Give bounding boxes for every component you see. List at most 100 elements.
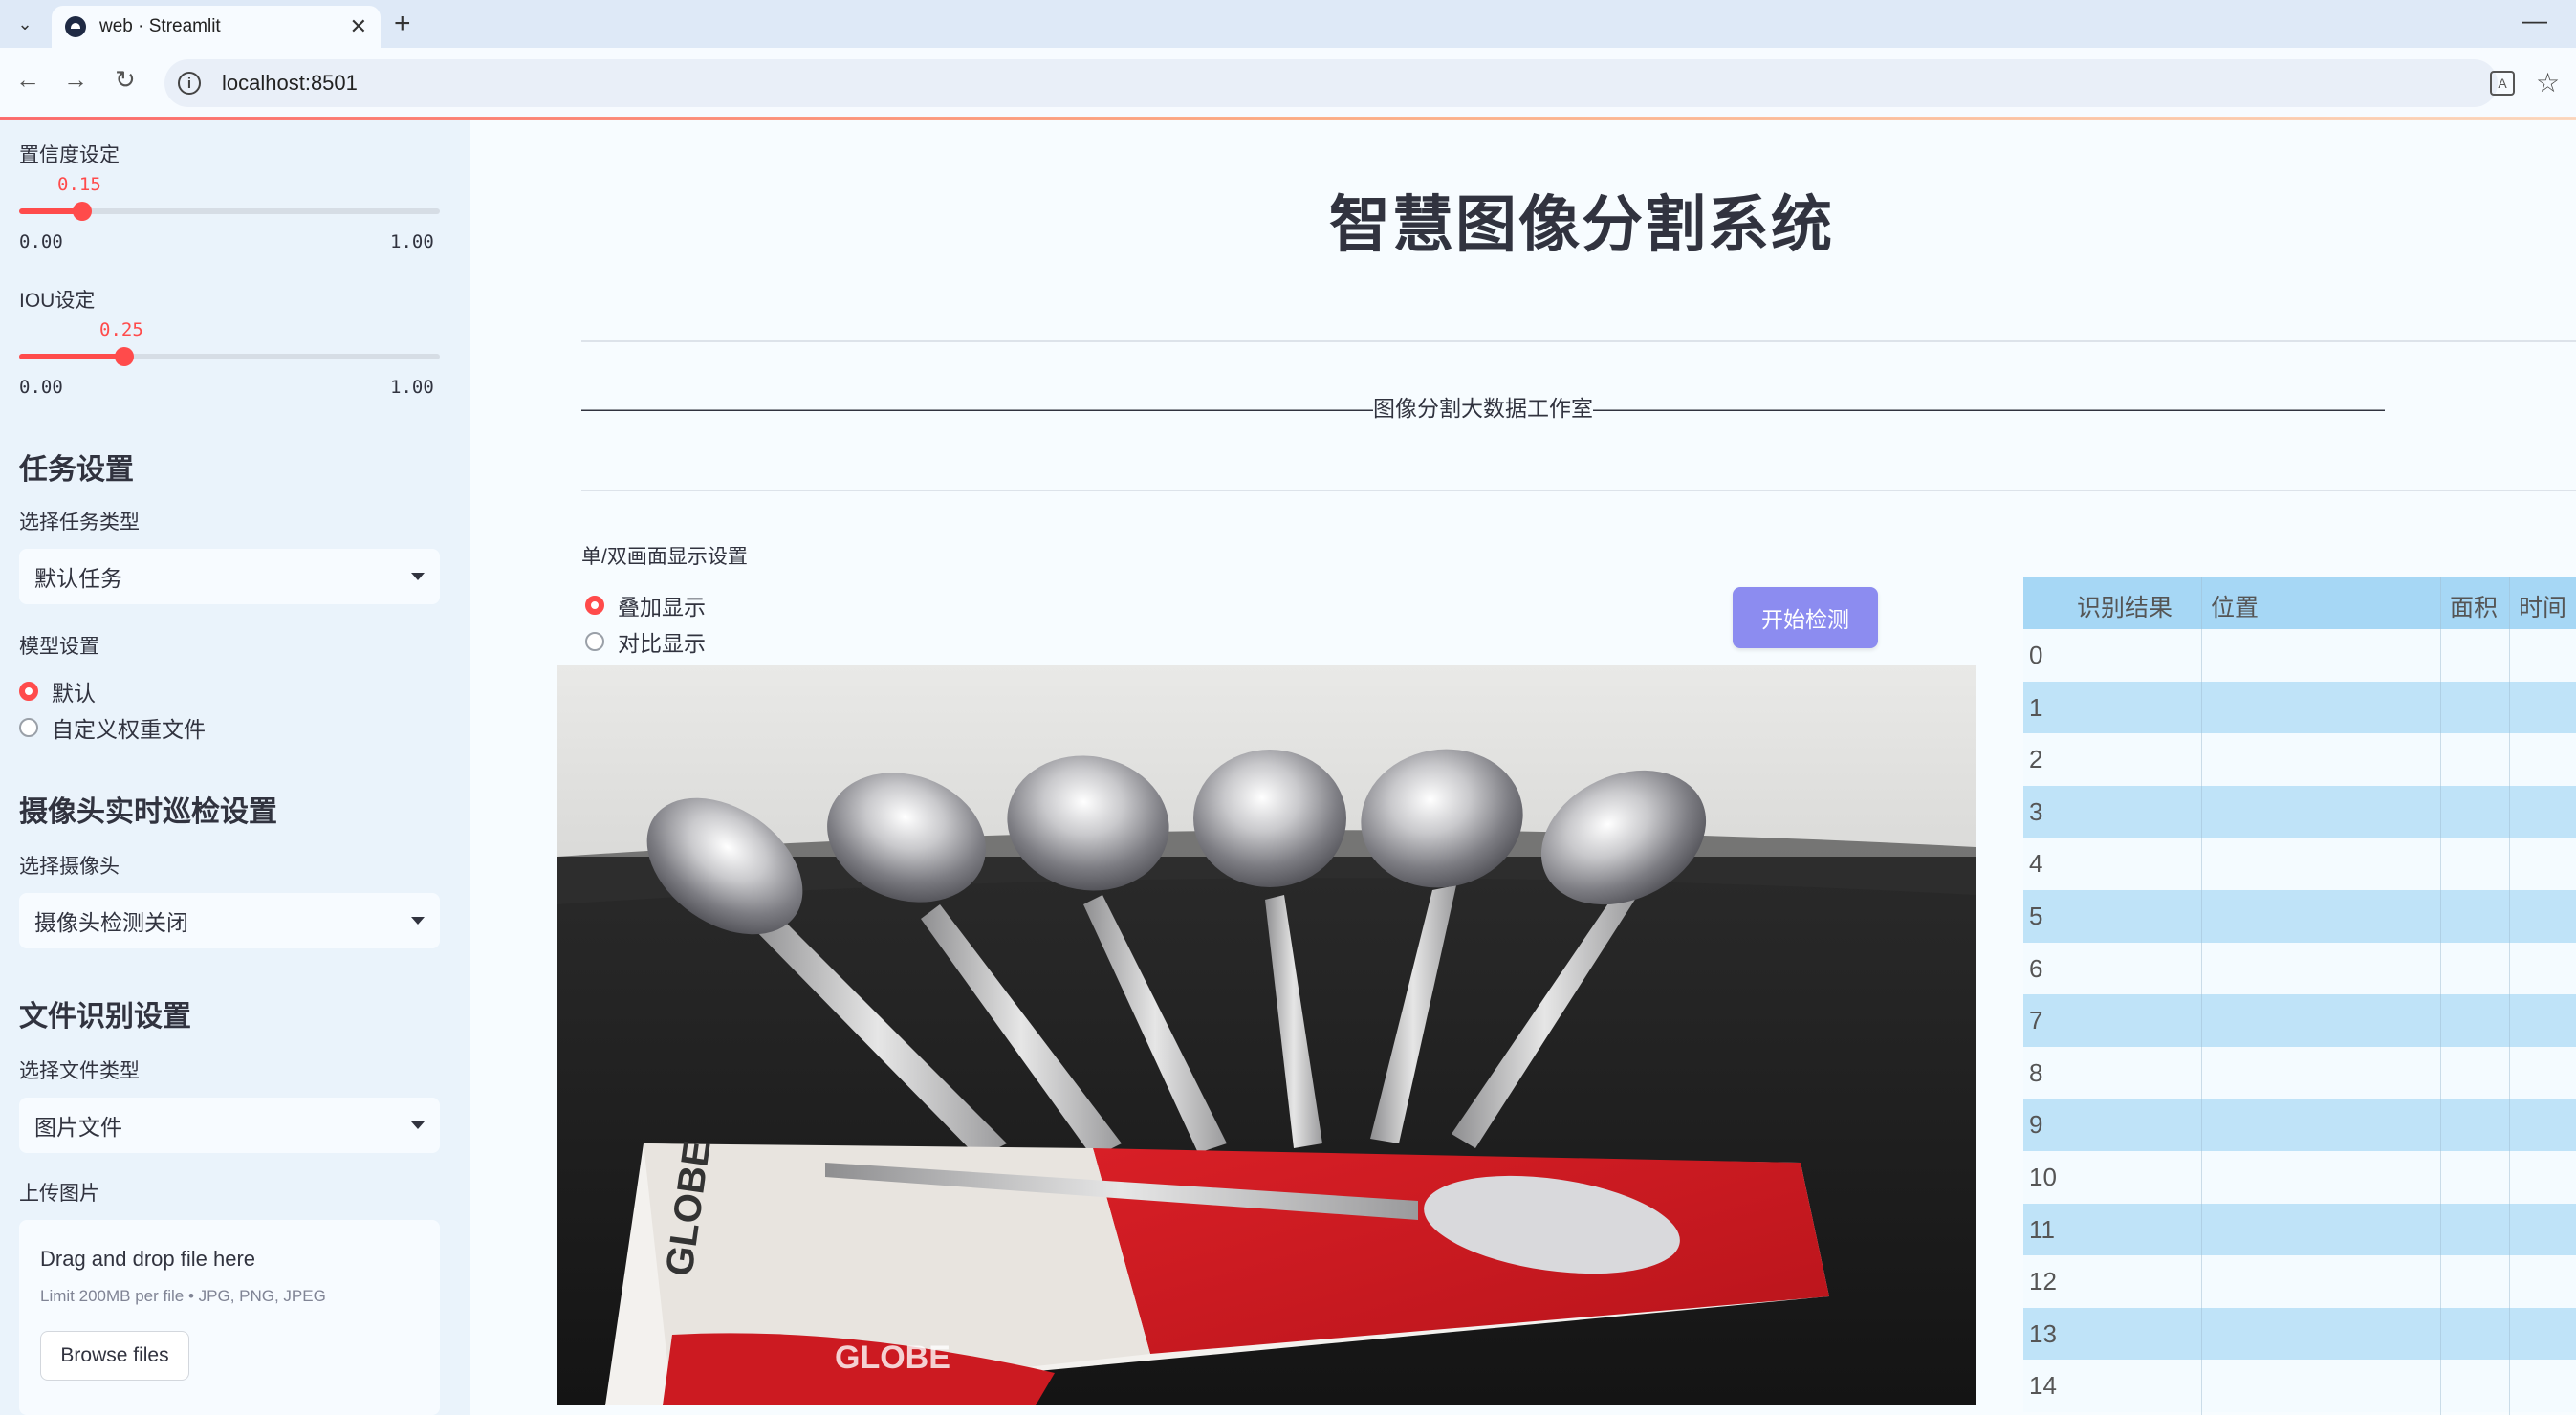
table-row[interactable]: 2 (2023, 733, 2576, 786)
task-type-select[interactable]: 默认任务 (19, 549, 440, 604)
confidence-min: 0.00 (19, 231, 63, 252)
row-index: 1 (2029, 692, 2043, 722)
bookmark-star-icon[interactable]: ☆ (2536, 67, 2560, 98)
table-row[interactable]: 9 (2023, 1099, 2576, 1151)
iou-slider-thumb[interactable] (115, 347, 134, 366)
table-row[interactable]: 6 (2023, 942, 2576, 995)
table-row[interactable]: 3 (2023, 785, 2576, 838)
close-tab-icon[interactable]: ✕ (350, 14, 367, 39)
task-settings-heading: 任务设置 (19, 454, 134, 486)
radio-unchecked-icon (585, 632, 604, 651)
row-index: 9 (2029, 1110, 2043, 1140)
chevron-down-icon (411, 917, 425, 925)
reload-icon[interactable]: ↻ (115, 65, 136, 95)
confidence-label: 置信度设定 (19, 144, 120, 166)
table-row[interactable]: 12 (2023, 1255, 2576, 1308)
model-option-custom[interactable]: 自定义权重文件 (19, 711, 206, 744)
upload-label: 上传图片 (19, 1183, 99, 1205)
svg-text:GLOBE: GLOBE (835, 1339, 950, 1376)
upload-limit-text: Limit 200MB per file • JPG, PNG, JPEG (40, 1287, 326, 1305)
iou-min: 0.00 (19, 377, 63, 398)
detection-image: GLOBE GLOBE (557, 665, 1976, 1405)
site-info-icon[interactable]: i (178, 72, 201, 95)
results-table[interactable]: 识别结果 位置 面积 时间 0 1 2 3 4 5 6 7 8 9 10 11 12 13 14 (2023, 577, 2576, 1415)
browse-files-button[interactable]: Browse files (40, 1331, 189, 1381)
camera-select-value: 摄像头检测关闭 (34, 910, 188, 935)
table-row[interactable]: 7 (2023, 994, 2576, 1047)
confidence-max: 1.00 (390, 231, 434, 252)
column-divider (2440, 577, 2441, 1415)
tab-list-dropdown-icon[interactable]: ⌄ (10, 10, 40, 38)
streamlit-favicon-icon (65, 16, 86, 37)
back-icon[interactable]: ← (15, 65, 40, 95)
table-row[interactable]: 14 (2023, 1360, 2576, 1412)
display-option-compare[interactable]: 对比显示 (585, 625, 706, 658)
radio-unchecked-icon (19, 718, 38, 737)
file-type-value: 图片文件 (34, 1115, 122, 1140)
row-index: 2 (2029, 745, 2043, 774)
start-detection-button[interactable]: 开始检测 (1733, 587, 1878, 648)
table-row[interactable]: 8 (2023, 1046, 2576, 1099)
confidence-value: 0.15 (57, 174, 101, 195)
divider (581, 340, 2576, 342)
column-divider (2201, 577, 2202, 1415)
column-divider (2509, 577, 2510, 1415)
table-row[interactable]: 11 (2023, 1203, 2576, 1256)
confidence-slider[interactable] (19, 202, 440, 221)
tab-title: web · Streamlit (99, 16, 221, 36)
table-header: 识别结果 位置 面积 时间 (2023, 577, 2576, 629)
file-type-label: 选择文件类型 (19, 1060, 140, 1082)
iou-value: 0.25 (99, 319, 143, 340)
browser-tab[interactable]: web · Streamlit ✕ (52, 6, 381, 48)
model-option-default[interactable]: 默认 (19, 675, 96, 708)
model-option-label: 自定义权重文件 (52, 717, 206, 742)
camera-select-label: 选择摄像头 (19, 856, 120, 878)
camera-select[interactable]: 摄像头检测关闭 (19, 893, 440, 948)
display-option-label: 对比显示 (618, 631, 706, 656)
display-settings-label: 单/双画面显示设置 (581, 546, 748, 568)
table-row[interactable]: 13 (2023, 1307, 2576, 1361)
table-row[interactable]: 5 (2023, 890, 2576, 943)
task-type-label: 选择任务类型 (19, 512, 140, 533)
browser-tab-bar: ⌄ web · Streamlit ✕ + — (0, 0, 2576, 48)
url-field[interactable]: i localhost:8501 (164, 59, 2498, 107)
row-index: 13 (2029, 1318, 2057, 1348)
forward-icon[interactable]: → (63, 65, 88, 95)
row-index: 6 (2029, 953, 2043, 983)
display-option-label: 叠加显示 (618, 595, 706, 620)
table-row[interactable]: 10 (2023, 1151, 2576, 1204)
file-uploader-dropzone[interactable]: Drag and drop file here Limit 200MB per … (19, 1220, 440, 1415)
file-type-select[interactable]: 图片文件 (19, 1098, 440, 1153)
row-index: 7 (2029, 1006, 2043, 1035)
column-header[interactable]: 时间 (2519, 589, 2566, 623)
column-header[interactable]: 位置 (2211, 589, 2259, 623)
studio-subtitle: ————————————————————————————————————图像分割… (581, 396, 2385, 421)
confidence-slider-thumb[interactable] (73, 202, 92, 221)
task-type-value: 默认任务 (34, 566, 122, 591)
display-option-overlay[interactable]: 叠加显示 (585, 589, 706, 621)
model-settings-label: 模型设置 (19, 636, 99, 658)
iou-slider[interactable] (19, 347, 440, 366)
row-index: 0 (2029, 641, 2043, 669)
row-index: 4 (2029, 849, 2043, 879)
divider (581, 490, 2576, 491)
file-settings-heading: 文件识别设置 (19, 1001, 191, 1033)
table-row[interactable]: 4 (2023, 838, 2576, 890)
row-index: 14 (2029, 1371, 2057, 1401)
table-row[interactable]: 1 (2023, 681, 2576, 734)
page-title: 智慧图像分割系统 (1329, 190, 1834, 259)
iou-max: 1.00 (390, 377, 434, 398)
row-index: 5 (2029, 902, 2043, 930)
row-index: 12 (2029, 1267, 2057, 1296)
chevron-down-icon (411, 573, 425, 580)
row-index: 3 (2029, 796, 2043, 826)
row-index: 10 (2029, 1163, 2057, 1191)
translate-icon[interactable]: A (2490, 71, 2515, 96)
column-header[interactable]: 面积 (2450, 589, 2498, 623)
minimize-window-icon[interactable]: — (2522, 6, 2547, 35)
iou-label: IOU设定 (19, 290, 96, 312)
column-header[interactable]: 识别结果 (2077, 589, 2172, 623)
radio-checked-icon (19, 682, 38, 701)
table-row[interactable]: 0 (2023, 629, 2576, 682)
new-tab-icon[interactable]: + (394, 8, 411, 40)
